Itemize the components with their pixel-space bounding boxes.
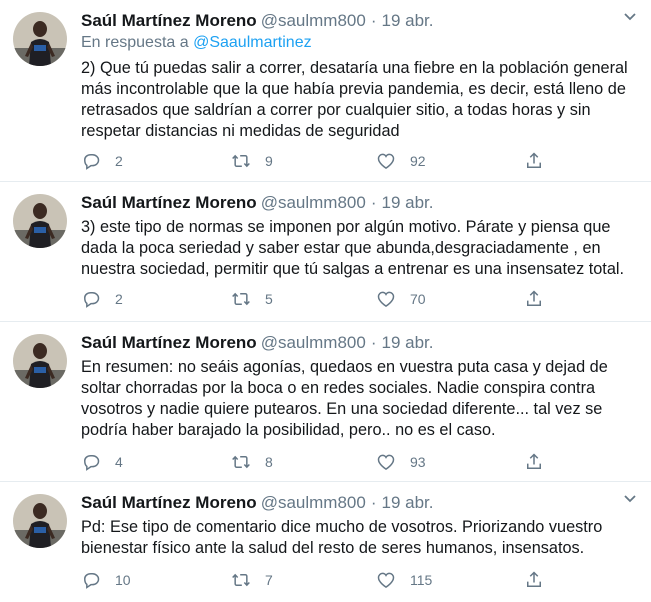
tweet[interactable]: Saúl Martínez Moreno @saulmm800 · 19 abr. 3… — [0, 182, 651, 322]
tweet-header: Saúl Martínez Moreno @saulmm800 · 19 abr. — [81, 192, 434, 214]
like-button[interactable]: 92 — [376, 151, 426, 171]
retweet-count: 8 — [265, 454, 273, 470]
like-button[interactable]: 115 — [376, 570, 432, 590]
tweet-header: Saúl Martínez Moreno @saulmm800 · 19 abr. — [81, 492, 434, 514]
reply-count: 4 — [115, 454, 123, 470]
avatar[interactable] — [13, 334, 67, 388]
share-icon — [524, 452, 544, 472]
retweet-icon — [231, 452, 251, 472]
share-icon — [524, 570, 544, 590]
author-name[interactable]: Saúl Martínez Moreno — [81, 333, 257, 352]
separator: · — [370, 493, 377, 512]
retweet-button[interactable]: 8 — [231, 452, 273, 472]
tweet-date[interactable]: 19 abr. — [382, 193, 434, 212]
separator: · — [370, 333, 377, 352]
share-icon — [524, 151, 544, 171]
tweet-date[interactable]: 19 abr. — [382, 11, 434, 30]
avatar[interactable] — [13, 12, 67, 66]
like-icon — [376, 570, 396, 590]
chevron-down-icon[interactable] — [623, 12, 637, 22]
reply-context: En respuesta a @Saaulmartinez — [81, 34, 312, 52]
tweet-header: Saúl Martínez Moreno @saulmm800 · 19 abr. — [81, 332, 434, 354]
reply-count: 2 — [115, 153, 123, 169]
like-button[interactable]: 70 — [376, 289, 426, 309]
reply-mention-link[interactable]: @Saaulmartinez — [193, 34, 312, 51]
share-icon — [524, 289, 544, 309]
retweet-icon — [231, 151, 251, 171]
reply-icon — [81, 151, 101, 171]
separator: · — [370, 11, 377, 30]
tweet-text: En resumen: no seáis agonías, quedaos en… — [81, 358, 608, 439]
reply-count: 2 — [115, 291, 123, 307]
tweet[interactable]: Saúl Martínez Moreno @saulmm800 · 19 abr. P… — [0, 482, 651, 602]
retweet-icon — [231, 289, 251, 309]
reply-icon — [81, 289, 101, 309]
author-name[interactable]: Saúl Martínez Moreno — [81, 193, 257, 212]
author-handle[interactable]: @saulmm800 — [261, 333, 366, 352]
reply-button[interactable]: 2 — [81, 289, 123, 309]
tweet[interactable]: Saúl Martínez Moreno @saulmm800 · 19 abr. E… — [0, 322, 651, 482]
reply-button[interactable]: 2 — [81, 151, 123, 171]
like-button[interactable]: 93 — [376, 452, 426, 472]
tweet-text: Pd: Ese tipo de comentario dice mucho de… — [81, 518, 603, 557]
tweet-actions: 10 7 115 — [81, 570, 551, 592]
reply-button[interactable]: 4 — [81, 452, 123, 472]
avatar[interactable] — [13, 194, 67, 248]
like-count: 70 — [410, 291, 426, 307]
retweet-count: 5 — [265, 291, 273, 307]
tweet-date[interactable]: 19 abr. — [382, 333, 434, 352]
chevron-down-icon[interactable] — [623, 494, 637, 504]
like-icon — [376, 452, 396, 472]
reply-icon — [81, 570, 101, 590]
retweet-button[interactable]: 7 — [231, 570, 273, 590]
like-count: 115 — [410, 572, 433, 588]
retweet-icon — [231, 570, 251, 590]
share-button[interactable] — [524, 151, 544, 171]
author-handle[interactable]: @saulmm800 — [261, 11, 366, 30]
reply-prefix: En respuesta a — [81, 34, 189, 51]
tweet[interactable]: Saúl Martínez Moreno @saulmm800 · 19 abr. E… — [0, 0, 651, 182]
retweet-button[interactable]: 9 — [231, 151, 273, 171]
share-button[interactable] — [524, 452, 544, 472]
author-name[interactable]: Saúl Martínez Moreno — [81, 11, 257, 30]
tweet-text: 3) este tipo de normas se imponen por al… — [81, 218, 625, 278]
share-button[interactable] — [524, 289, 544, 309]
reply-button[interactable]: 10 — [81, 570, 131, 590]
reply-count: 10 — [115, 572, 131, 588]
retweet-count: 7 — [265, 572, 273, 588]
like-count: 92 — [410, 153, 426, 169]
author-name[interactable]: Saúl Martínez Moreno — [81, 493, 257, 512]
avatar[interactable] — [13, 494, 67, 548]
like-count: 93 — [410, 454, 426, 470]
tweet-date[interactable]: 19 abr. — [382, 493, 434, 512]
tweet-header: Saúl Martínez Moreno @saulmm800 · 19 abr. — [81, 10, 434, 32]
author-handle[interactable]: @saulmm800 — [261, 493, 366, 512]
like-icon — [376, 151, 396, 171]
tweet-text: 2) Que tú puedas salir a correr, desatar… — [81, 59, 628, 140]
tweet-actions: 2 9 92 — [81, 151, 551, 173]
like-icon — [376, 289, 396, 309]
retweet-count: 9 — [265, 153, 273, 169]
retweet-button[interactable]: 5 — [231, 289, 273, 309]
tweet-actions: 2 5 70 — [81, 289, 551, 311]
reply-icon — [81, 452, 101, 472]
author-handle[interactable]: @saulmm800 — [261, 193, 366, 212]
separator: · — [370, 193, 377, 212]
share-button[interactable] — [524, 570, 544, 590]
tweet-actions: 4 8 93 — [81, 452, 551, 474]
